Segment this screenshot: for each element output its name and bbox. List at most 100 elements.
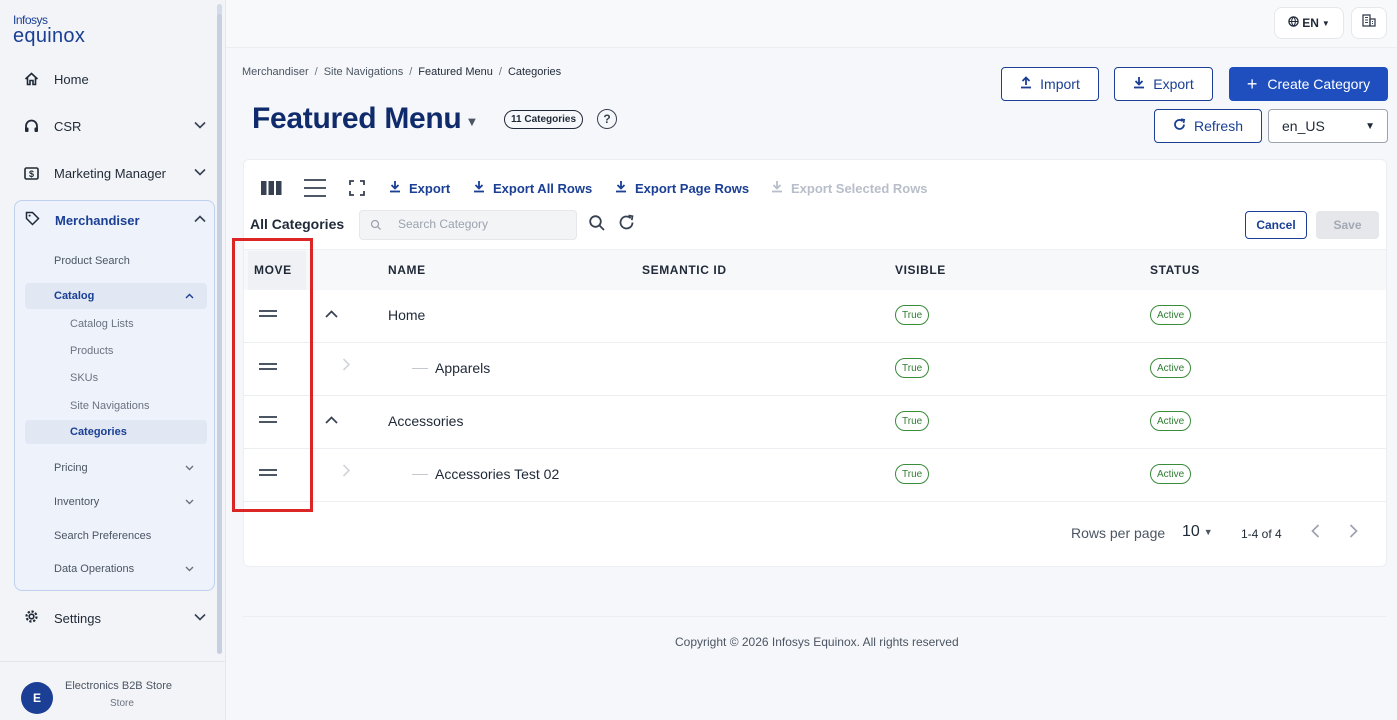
avatar: E xyxy=(21,682,53,714)
pagination-range: 1-4 of 4 xyxy=(1241,527,1282,541)
sidebar-item-catalog[interactable]: Catalog xyxy=(25,283,207,309)
save-button[interactable]: Save xyxy=(1316,211,1379,239)
store-switcher[interactable]: E Electronics B2B Store Store xyxy=(0,661,226,720)
table-row[interactable]: Home True Active xyxy=(244,290,1386,343)
tree-connector xyxy=(412,474,428,475)
visible-badge: True xyxy=(895,305,930,325)
category-name: Accessories Test 02 xyxy=(435,466,560,482)
help-icon[interactable]: ? xyxy=(597,109,617,129)
breadcrumb-featured-menu[interactable]: Featured Menu xyxy=(418,66,493,78)
sidebar-scrollbar[interactable] xyxy=(217,4,222,654)
visible-badge: True xyxy=(895,464,930,484)
sidebar-item-categories[interactable]: Categories xyxy=(25,420,207,444)
locale-value: en_US xyxy=(1282,118,1325,134)
store-type: Store xyxy=(110,698,134,709)
caret-down-icon: ▼ xyxy=(1321,18,1330,28)
column-header-status[interactable]: STATUS xyxy=(1150,263,1200,277)
move-column-highlight xyxy=(232,238,313,512)
sidebar-item-label: Product Search xyxy=(54,255,130,267)
category-name: Accessories xyxy=(388,413,464,429)
sidebar-item-label: Home xyxy=(54,71,89,87)
sidebar-item-search-preferences[interactable]: Search Preferences xyxy=(25,523,207,549)
sidebar-item-settings[interactable]: Settings xyxy=(14,600,214,636)
columns-icon[interactable] xyxy=(261,178,282,198)
refresh-button[interactable]: Refresh xyxy=(1154,109,1262,143)
sidebar-item-data-operations[interactable]: Data Operations xyxy=(25,556,207,582)
sidebar-item-pricing[interactable]: Pricing xyxy=(25,455,207,481)
rows-per-page-label: Rows per page xyxy=(1071,525,1166,541)
dollar-icon: $ xyxy=(24,166,48,180)
locale-select[interactable]: en_US ▼ xyxy=(1268,109,1388,143)
caret-down-icon: ▼ xyxy=(1203,527,1213,537)
status-badge: Active xyxy=(1150,358,1192,378)
logo[interactable]: Infosys equinox xyxy=(13,14,85,46)
sidebar-item-merchandiser[interactable]: Merchandiser xyxy=(15,201,214,239)
next-page-icon[interactable] xyxy=(1349,522,1358,543)
status-badge: Active xyxy=(1150,305,1192,325)
sidebar-item-csr[interactable]: CSR xyxy=(14,108,214,144)
export-page-rows-link[interactable]: Export Page Rows xyxy=(615,180,749,196)
language-selector[interactable]: EN ▼ xyxy=(1274,7,1344,39)
tag-icon xyxy=(25,211,49,229)
export-all-rows-link[interactable]: Export All Rows xyxy=(473,180,592,196)
export-button[interactable]: Export xyxy=(1114,67,1213,101)
create-category-button[interactable]: + Create Category xyxy=(1229,67,1388,101)
sidebar-item-marketing-manager[interactable]: $ Marketing Manager xyxy=(14,155,214,191)
rows-per-page-select[interactable]: 10 ▼ xyxy=(1182,523,1213,541)
visible-badge: True xyxy=(895,411,930,431)
table-row[interactable]: Accessories True Active xyxy=(244,396,1386,449)
search-field[interactable] xyxy=(359,210,577,240)
breadcrumb-categories: Categories xyxy=(507,66,562,78)
export-link[interactable]: Export xyxy=(389,180,450,196)
density-icon[interactable] xyxy=(304,178,326,198)
status-badge: Active xyxy=(1150,464,1192,484)
table-title: All Categories xyxy=(250,216,345,232)
store-selector-button[interactable] xyxy=(1351,7,1387,39)
upload-icon xyxy=(1020,76,1032,92)
store-name: Electronics B2B Store xyxy=(65,680,172,692)
copyright-text: Copyright © 2026 Infosys Equinox. All ri… xyxy=(675,635,959,649)
table-row[interactable]: Apparels True Active xyxy=(244,343,1386,396)
table-row[interactable]: Accessories Test 02 True Active xyxy=(244,449,1386,502)
column-header-visible[interactable]: VISIBLE xyxy=(895,263,946,277)
footer-divider xyxy=(243,616,1387,617)
chevron-down-icon xyxy=(185,497,207,507)
headset-icon xyxy=(24,119,48,133)
breadcrumb-site-navigations[interactable]: Site Navigations xyxy=(324,66,404,78)
breadcrumb-merchandiser[interactable]: Merchandiser xyxy=(242,66,309,78)
sidebar-item-skus[interactable]: SKUs xyxy=(25,366,207,390)
sidebar-item-label: Pricing xyxy=(54,462,88,474)
sidebar-item-label: Inventory xyxy=(54,496,100,508)
globe-icon xyxy=(1288,16,1299,30)
search-input[interactable] xyxy=(398,217,568,231)
chevron-down-icon xyxy=(194,120,214,132)
sidebar-item-products[interactable]: Products xyxy=(25,339,207,363)
sidebar-item-inventory[interactable]: Inventory xyxy=(25,489,207,515)
export-selected-rows-link[interactable]: Export Selected Rows xyxy=(771,180,928,196)
search-submit-icon[interactable] xyxy=(588,214,606,237)
column-header-name[interactable]: NAME xyxy=(388,263,426,277)
plus-icon: + xyxy=(1246,74,1258,94)
sidebar-item-site-navigations[interactable]: Site Navigations xyxy=(25,394,207,418)
fullscreen-icon[interactable] xyxy=(349,178,365,198)
prev-page-icon[interactable] xyxy=(1311,522,1320,543)
home-icon xyxy=(24,72,48,86)
reload-icon[interactable] xyxy=(618,214,635,236)
cancel-button[interactable]: Cancel xyxy=(1245,211,1307,239)
sidebar-item-label: Data Operations xyxy=(54,563,135,575)
sidebar-item-label: Catalog xyxy=(54,290,95,302)
sidebar-item-catalog-lists[interactable]: Catalog Lists xyxy=(25,312,207,336)
chevron-right-icon xyxy=(342,358,351,374)
sidebar-item-product-search[interactable]: Product Search xyxy=(25,248,207,274)
chevron-up-icon[interactable] xyxy=(325,305,338,321)
sidebar-item-home[interactable]: Home xyxy=(14,61,214,97)
refresh-icon xyxy=(1173,118,1186,134)
column-header-semantic-id[interactable]: SEMANTIC ID xyxy=(642,263,727,277)
page-title[interactable]: Featured Menu ▼ xyxy=(252,102,478,136)
sidebar-item-label: Marketing Manager xyxy=(54,165,166,181)
download-icon xyxy=(1133,76,1145,92)
chevron-up-icon[interactable] xyxy=(325,411,338,427)
export-selected-rows-label: Export Selected Rows xyxy=(791,180,928,196)
import-button[interactable]: Import xyxy=(1001,67,1099,101)
chevron-up-icon xyxy=(194,214,214,226)
